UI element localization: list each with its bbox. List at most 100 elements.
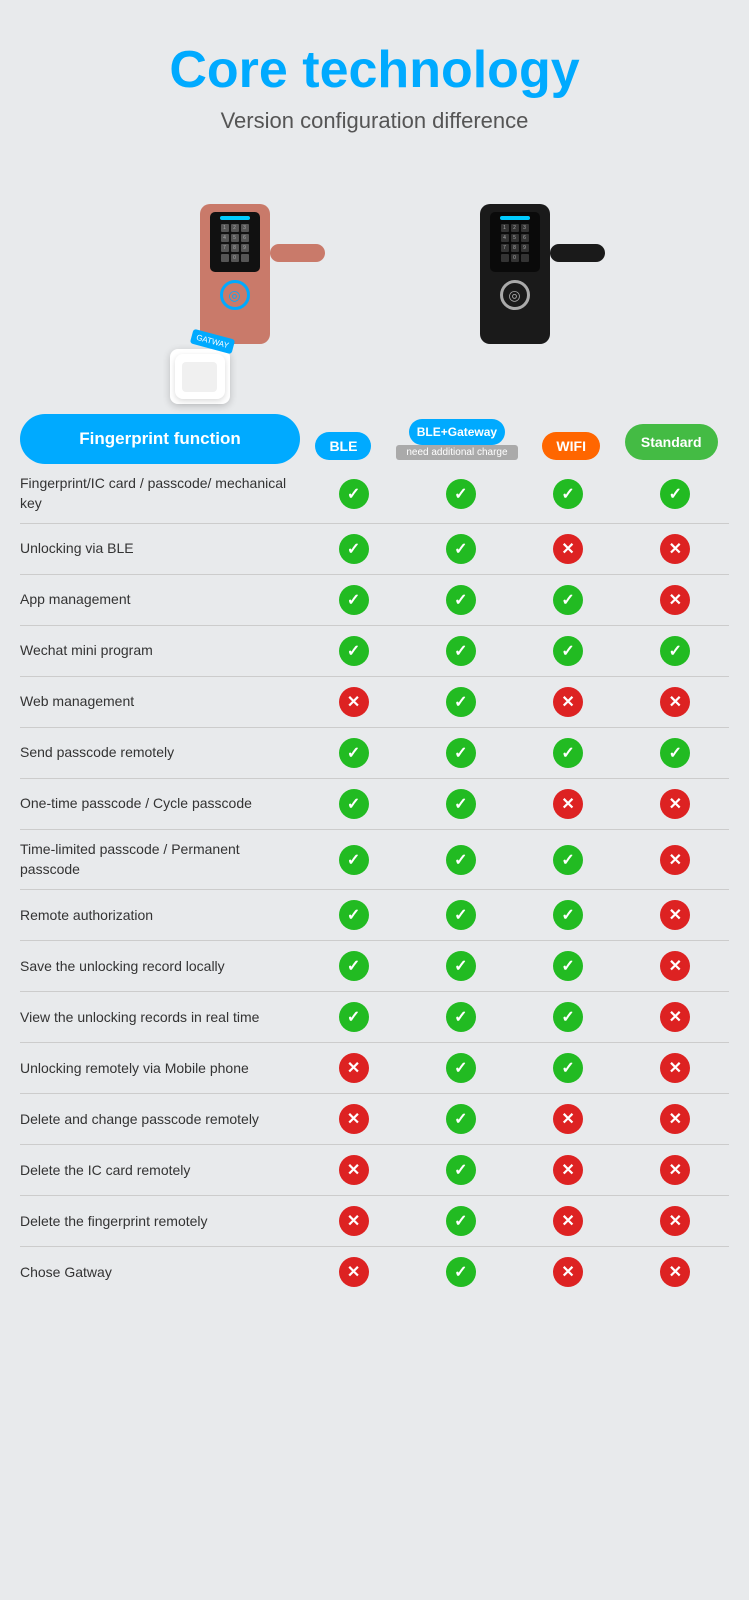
row-icons: ✓ ✓ ✓ ✓ <box>300 479 729 509</box>
row-icons: ✓✓✓✕ <box>300 845 729 875</box>
row-label: Unlocking remotely via Mobile phone <box>20 1059 300 1079</box>
check-icon: ✓ <box>548 900 588 930</box>
check-icon: ✓ <box>441 845 481 875</box>
row-label: One-time passcode / Cycle passcode <box>20 794 300 814</box>
header-feature-label: Fingerprint function <box>20 414 300 464</box>
page-subtitle: Version configuration difference <box>20 108 729 134</box>
check-icon: ✓ <box>548 738 588 768</box>
gateway-device: GATWAY <box>170 349 230 404</box>
cross-icon: ✕ <box>655 789 695 819</box>
check-icon: ✓ <box>548 845 588 875</box>
row-label: View the unlocking records in real time <box>20 1008 300 1028</box>
check-icon: ✓ <box>334 479 374 509</box>
check-icon: ✓ <box>441 534 481 564</box>
cross-icon: ✕ <box>334 687 374 717</box>
check-icon: ✓ <box>441 636 481 666</box>
row-icons: ✓✓✓✕ <box>300 951 729 981</box>
handle-black <box>550 244 605 262</box>
check-icon: ✓ <box>441 738 481 768</box>
cross-icon: ✕ <box>655 1155 695 1185</box>
row-icons: ✕✓✕✕ <box>300 687 729 717</box>
row-label: Delete the IC card remotely <box>20 1161 300 1181</box>
row-label: Save the unlocking record locally <box>20 957 300 977</box>
cross-icon: ✕ <box>655 1053 695 1083</box>
check-icon: ✓ <box>441 789 481 819</box>
row-icons: ✓✓✓✕ <box>300 1002 729 1032</box>
check-icon: ✓ <box>441 1155 481 1185</box>
table-row: Send passcode remotely✓✓✓✓ <box>20 728 729 779</box>
header-note: need additional charge <box>396 445 517 460</box>
row-label: App management <box>20 590 300 610</box>
row-icons: ✓✓✓✕ <box>300 900 729 930</box>
lock-black: 123 456 789 0 ◎ <box>415 164 615 384</box>
fingerprint-black: ◎ <box>500 280 530 310</box>
row-icons: ✕✓✕✕ <box>300 1257 729 1287</box>
table-row: Delete the fingerprint remotely✕✓✕✕ <box>20 1196 729 1247</box>
lock-body-rose: 123 456 789 0 ◎ <box>200 204 270 344</box>
fingerprint-rose: ◎ <box>220 280 250 310</box>
row-icons: ✓ ✓ ✓ ✕ <box>300 585 729 615</box>
table-header: Fingerprint function BLE BLE+Gateway nee… <box>20 414 729 464</box>
table-row: App management ✓ ✓ ✓ ✕ <box>20 575 729 626</box>
comparison-table: Fingerprint function BLE BLE+Gateway nee… <box>20 414 729 1297</box>
check-icon: ✓ <box>441 1002 481 1032</box>
col-header-blegw: BLE+Gateway <box>409 419 505 445</box>
check-icon: ✓ <box>334 1002 374 1032</box>
cross-icon: ✕ <box>655 585 695 615</box>
cross-icon: ✕ <box>655 951 695 981</box>
cross-icon: ✕ <box>548 1257 588 1287</box>
row-icons: ✕✓✕✕ <box>300 1104 729 1134</box>
table-body: Fingerprint/IC card / passcode/ mechanic… <box>20 464 729 1297</box>
cross-icon: ✕ <box>655 1257 695 1287</box>
cross-icon: ✕ <box>548 789 588 819</box>
table-row: Delete and change passcode remotely✕✓✕✕ <box>20 1094 729 1145</box>
check-icon: ✓ <box>655 479 695 509</box>
check-icon: ✓ <box>441 687 481 717</box>
cross-icon: ✕ <box>548 1155 588 1185</box>
row-label: Delete the fingerprint remotely <box>20 1212 300 1232</box>
check-icon: ✓ <box>441 585 481 615</box>
check-icon: ✓ <box>334 636 374 666</box>
lock-body-black: 123 456 789 0 ◎ <box>480 204 550 344</box>
table-row: Wechat mini program✓✓✓✓ <box>20 626 729 677</box>
check-icon: ✓ <box>441 1104 481 1134</box>
check-icon: ✓ <box>548 951 588 981</box>
cross-icon: ✕ <box>334 1155 374 1185</box>
table-row: Save the unlocking record locally✓✓✓✕ <box>20 941 729 992</box>
table-row: Remote authorization✓✓✓✕ <box>20 890 729 941</box>
row-icons: ✕ ✓ ✕ ✕ <box>300 1155 729 1185</box>
row-icons: ✓✓✕✕ <box>300 534 729 564</box>
row-icons: ✕✓✓✕ <box>300 1053 729 1083</box>
check-icon: ✓ <box>334 845 374 875</box>
check-icon: ✓ <box>548 585 588 615</box>
locks-display: 123 456 789 0 ◎ <box>20 164 729 384</box>
table-row: One-time passcode / Cycle passcode✓✓✕✕ <box>20 779 729 830</box>
row-icons: ✓✓✕✕ <box>300 789 729 819</box>
header-badges: BLE BLE+Gateway need additional charge W… <box>304 419 729 460</box>
check-icon: ✓ <box>655 636 695 666</box>
check-icon: ✓ <box>334 534 374 564</box>
page-title: Core technology <box>20 40 729 100</box>
check-icon: ✓ <box>441 479 481 509</box>
check-icon: ✓ <box>441 951 481 981</box>
cross-icon: ✕ <box>548 534 588 564</box>
table-row: Chose Gatway✕✓✕✕ <box>20 1247 729 1297</box>
col-header-ble: BLE <box>315 432 371 460</box>
row-label: Chose Gatway <box>20 1263 300 1283</box>
check-icon: ✓ <box>548 1002 588 1032</box>
cross-icon: ✕ <box>548 687 588 717</box>
row-icons: ✕✓✕✕ <box>300 1206 729 1236</box>
check-icon: ✓ <box>334 585 374 615</box>
handle-rose <box>270 244 325 262</box>
check-icon: ✓ <box>548 479 588 509</box>
cross-icon: ✕ <box>655 900 695 930</box>
check-icon: ✓ <box>441 1053 481 1083</box>
table-row: Web management✕✓✕✕ <box>20 677 729 728</box>
check-icon: ✓ <box>441 1257 481 1287</box>
table-row: Unlocking via BLE✓✓✕✕ <box>20 524 729 575</box>
row-label: Wechat mini program <box>20 641 300 661</box>
row-label: Delete and change passcode remotely <box>20 1110 300 1130</box>
cross-icon: ✕ <box>655 1206 695 1236</box>
row-label: Remote authorization <box>20 906 300 926</box>
table-row: Unlocking remotely via Mobile phone✕✓✓✕ <box>20 1043 729 1094</box>
